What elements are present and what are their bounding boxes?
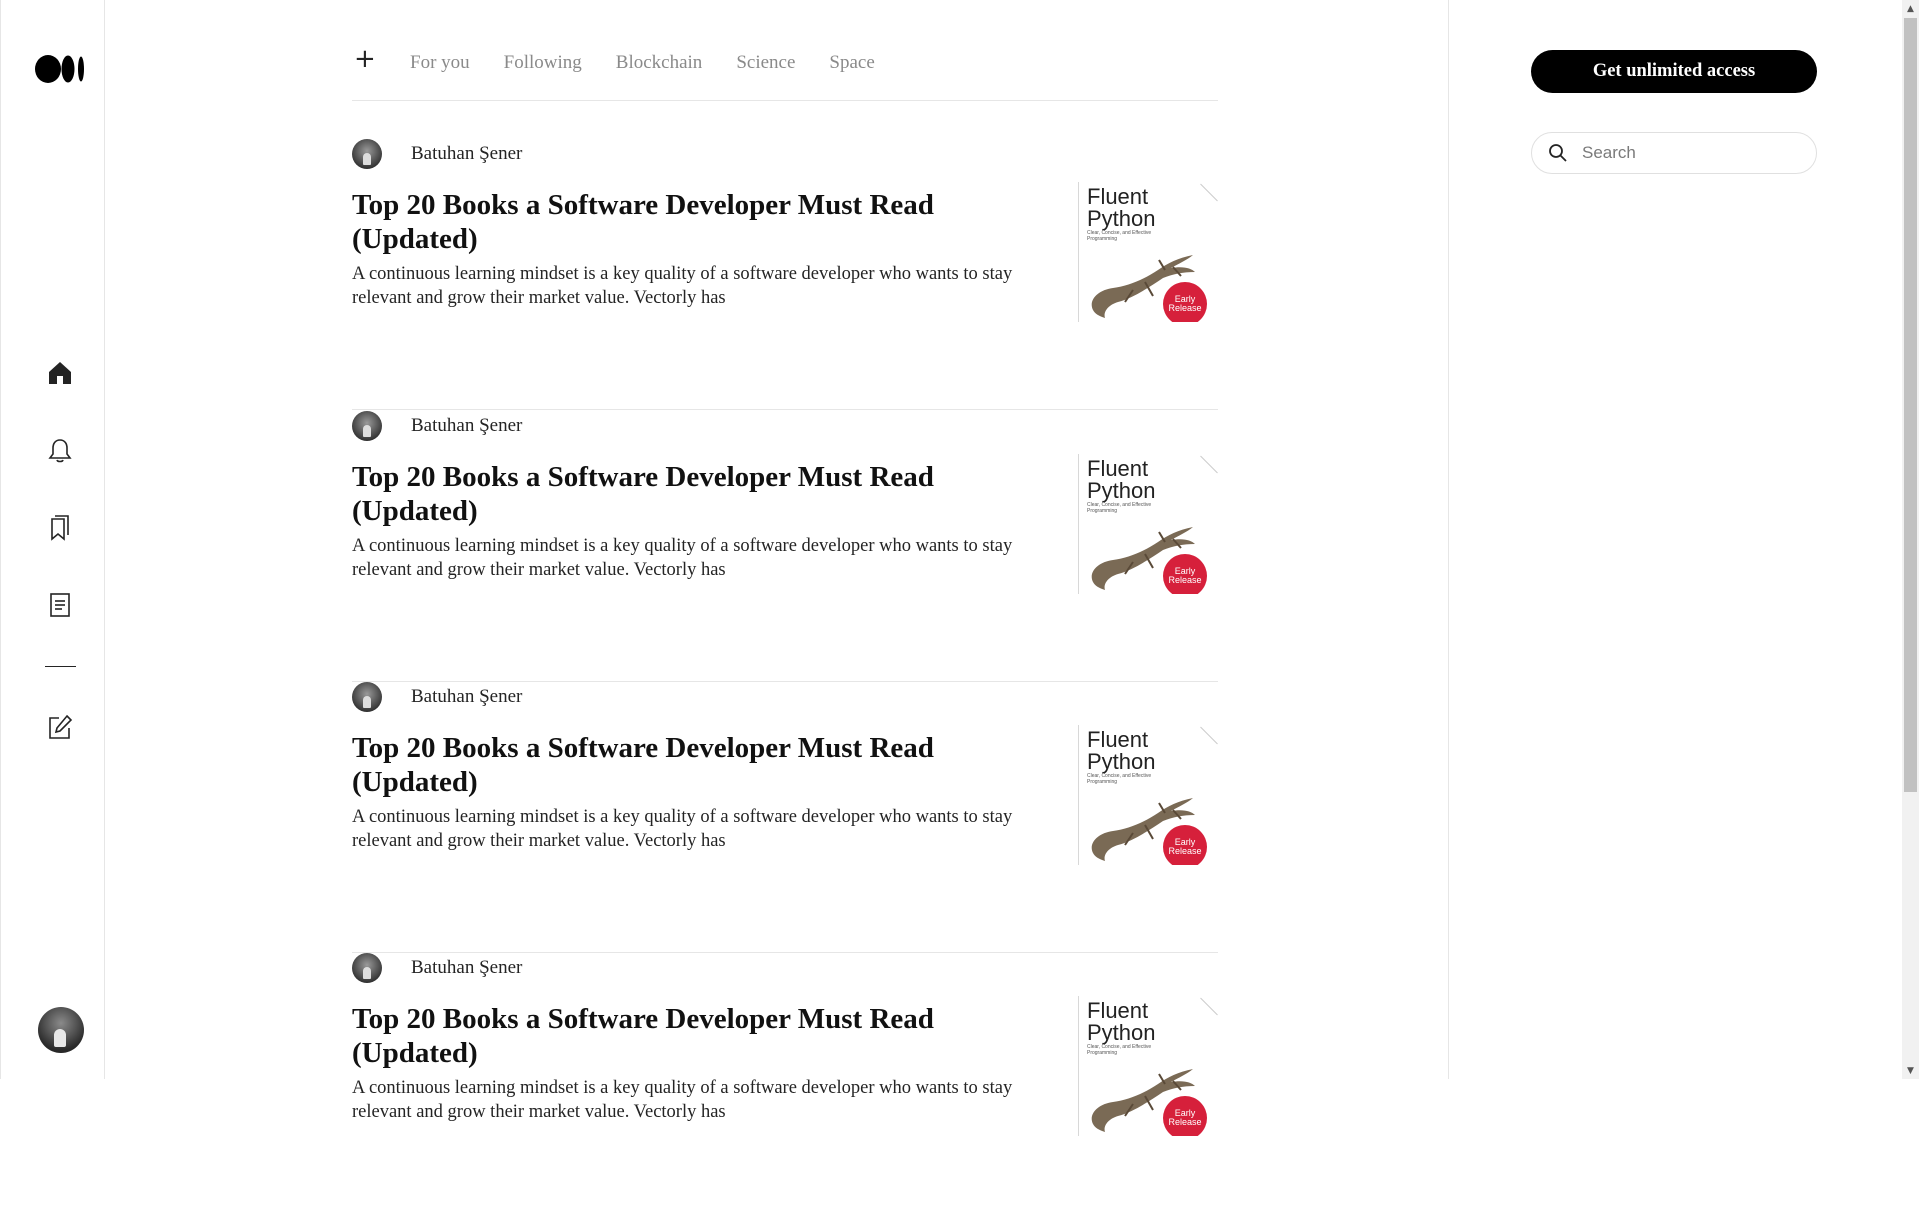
article-thumbnail[interactable]: Fluent Python Clear, Concise, and Effect… bbox=[1078, 725, 1219, 865]
article-card[interactable]: Batuhan Şener Top 20 Books a Software De… bbox=[352, 138, 1219, 410]
article-title[interactable]: Top 20 Books a Software Developer Must R… bbox=[352, 460, 992, 528]
thumb-title: Fluent Python bbox=[1087, 998, 1156, 1045]
scroll-thumb[interactable] bbox=[1904, 18, 1917, 792]
thumb-title: Fluent Python bbox=[1087, 184, 1156, 231]
article-title[interactable]: Top 20 Books a Software Developer Must R… bbox=[352, 1002, 992, 1070]
author-name[interactable]: Batuhan Şener bbox=[411, 957, 522, 979]
author-name[interactable]: Batuhan Şener bbox=[411, 143, 522, 165]
early-release-badge: Early Release bbox=[1163, 825, 1207, 865]
search-icon bbox=[1548, 143, 1568, 163]
article-card[interactable]: Batuhan Şener Top 20 Books a Software De… bbox=[352, 681, 1219, 953]
article-excerpt: A continuous learning mindset is a key q… bbox=[352, 536, 1013, 580]
early-release-badge: Early Release bbox=[1163, 282, 1207, 322]
author-row: Batuhan Şener bbox=[352, 952, 522, 984]
article-title[interactable]: Top 20 Books a Software Developer Must R… bbox=[352, 731, 992, 799]
bell-icon[interactable] bbox=[45, 436, 75, 466]
author-avatar[interactable] bbox=[352, 682, 382, 712]
sidebar-divider bbox=[45, 666, 76, 667]
badge-line2: Release bbox=[1168, 846, 1202, 856]
medium-logo-icon[interactable] bbox=[35, 54, 87, 84]
tab-for-you[interactable]: For you bbox=[410, 46, 470, 80]
article-excerpt: A continuous learning mindset is a key q… bbox=[352, 264, 1013, 308]
get-unlimited-access-button[interactable]: Get unlimited access bbox=[1531, 50, 1817, 93]
thumb-title: Fluent Python bbox=[1087, 456, 1156, 503]
badge-line1: Early bbox=[1174, 1108, 1196, 1118]
article-excerpt: A continuous learning mindset is a key q… bbox=[352, 1078, 1013, 1122]
author-name[interactable]: Batuhan Şener bbox=[411, 686, 522, 708]
right-column-divider bbox=[1448, 0, 1449, 1079]
add-topic-button[interactable]: + bbox=[354, 46, 376, 72]
search-box[interactable] bbox=[1531, 132, 1817, 174]
tab-science[interactable]: Science bbox=[736, 46, 795, 80]
scroll-down-arrow-icon[interactable]: ▼ bbox=[1902, 1062, 1919, 1079]
author-row: Batuhan Şener bbox=[352, 681, 522, 713]
user-avatar[interactable] bbox=[38, 1007, 84, 1053]
write-icon[interactable] bbox=[45, 712, 75, 742]
bookmarks-icon[interactable] bbox=[45, 513, 75, 543]
article-thumbnail[interactable]: Fluent Python Clear, Concise, and Effect… bbox=[1078, 182, 1219, 322]
article-excerpt: A continuous learning mindset is a key q… bbox=[352, 807, 1013, 851]
article-card[interactable]: Batuhan Şener Top 20 Books a Software De… bbox=[352, 952, 1219, 1223]
tab-blockchain[interactable]: Blockchain bbox=[616, 46, 703, 80]
badge-line2: Release bbox=[1168, 303, 1202, 313]
feed-tabs: + For you Following Blockchain Science S… bbox=[352, 46, 1218, 101]
author-avatar[interactable] bbox=[352, 139, 382, 169]
early-release-badge: Early Release bbox=[1163, 1096, 1207, 1136]
author-avatar[interactable] bbox=[352, 953, 382, 983]
tab-space[interactable]: Space bbox=[829, 46, 874, 80]
author-name[interactable]: Batuhan Şener bbox=[411, 415, 522, 437]
early-release-badge: Early Release bbox=[1163, 554, 1207, 594]
tab-following[interactable]: Following bbox=[504, 46, 582, 80]
scroll-up-arrow-icon[interactable]: ▲ bbox=[1902, 0, 1919, 17]
badge-line2: Release bbox=[1168, 1117, 1202, 1127]
article-thumbnail[interactable]: Fluent Python Clear, Concise, and Effect… bbox=[1078, 996, 1219, 1136]
author-avatar[interactable] bbox=[352, 411, 382, 441]
left-sidebar bbox=[0, 0, 105, 1079]
article-thumbnail[interactable]: Fluent Python Clear, Concise, and Effect… bbox=[1078, 454, 1219, 594]
badge-line2: Release bbox=[1168, 575, 1202, 585]
thumb-title: Fluent Python bbox=[1087, 727, 1156, 774]
author-row: Batuhan Şener bbox=[352, 138, 522, 170]
article-card[interactable]: Batuhan Şener Top 20 Books a Software De… bbox=[352, 410, 1219, 682]
author-row: Batuhan Şener bbox=[352, 410, 522, 442]
search-input[interactable] bbox=[1580, 142, 1804, 164]
home-icon[interactable] bbox=[45, 358, 75, 388]
article-title[interactable]: Top 20 Books a Software Developer Must R… bbox=[352, 188, 992, 256]
stories-icon[interactable] bbox=[45, 590, 75, 620]
page-scrollbar[interactable]: ▲ ▼ bbox=[1902, 0, 1919, 1079]
